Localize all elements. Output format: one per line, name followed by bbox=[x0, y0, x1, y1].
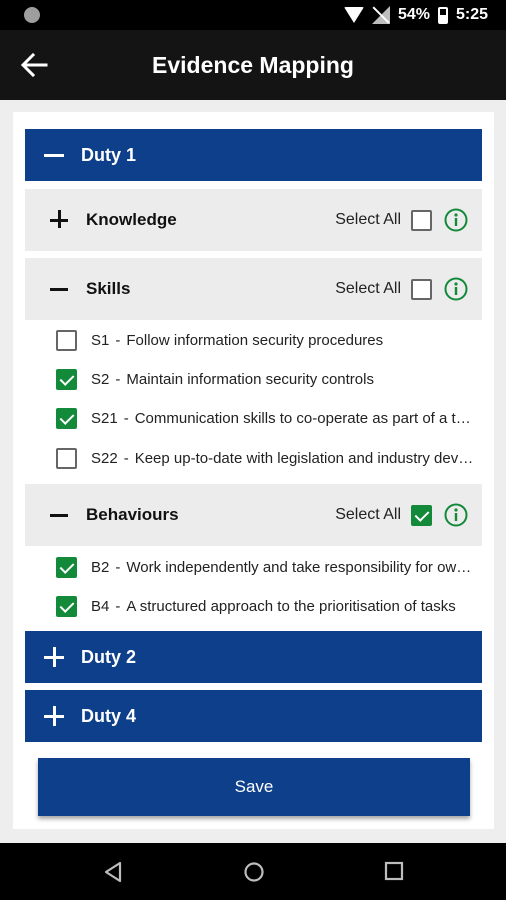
select-all-knowledge: Select All bbox=[335, 189, 468, 251]
select-all-label: Select All bbox=[335, 211, 401, 228]
select-all-checkbox[interactable] bbox=[411, 278, 432, 300]
duty-label: Duty 4 bbox=[81, 705, 137, 726]
item-separator: - bbox=[115, 559, 121, 576]
duty-header-1[interactable]: Duty 1 bbox=[25, 129, 482, 181]
item-text: Work independently and take responsibili… bbox=[126, 559, 482, 576]
app-bar: Evidence Mapping bbox=[0, 30, 506, 100]
item-code: S21 bbox=[91, 410, 118, 427]
duty-label: Duty 1 bbox=[81, 144, 137, 165]
expand-icon bbox=[50, 210, 70, 230]
collapse-icon bbox=[50, 279, 70, 299]
info-icon[interactable] bbox=[444, 277, 468, 301]
item-checkbox[interactable] bbox=[56, 557, 77, 578]
info-icon[interactable] bbox=[444, 208, 468, 232]
item-code: S1 bbox=[91, 332, 110, 349]
item-code: S2 bbox=[91, 371, 110, 388]
select-all-label: Select All bbox=[335, 280, 401, 297]
item-text: Keep up-to-date with legislation and ind… bbox=[134, 450, 482, 467]
item-checkbox[interactable] bbox=[56, 330, 77, 351]
arrow-left-icon bbox=[20, 52, 48, 78]
item-text: Maintain information security controls bbox=[126, 371, 374, 388]
clock: 5:25 bbox=[455, 6, 488, 23]
list-item[interactable]: S2 - Maintain information security contr… bbox=[25, 360, 482, 399]
group-header-skills[interactable]: Skills Select All bbox=[25, 258, 482, 320]
item-text: A structured approach to the prioritisat… bbox=[126, 598, 456, 615]
item-checkbox[interactable] bbox=[56, 369, 77, 390]
collapse-icon bbox=[50, 505, 70, 525]
navigation-bar bbox=[0, 843, 506, 900]
item-code: S22 bbox=[91, 450, 118, 467]
status-bar: 54% 5:25 bbox=[0, 0, 506, 30]
item-separator: - bbox=[123, 450, 129, 467]
list-item[interactable]: S1 - Follow information security procedu… bbox=[25, 321, 482, 360]
back-button[interactable] bbox=[18, 50, 50, 80]
expand-icon bbox=[43, 646, 65, 668]
item-text: Follow information security procedures bbox=[126, 332, 384, 349]
notification-dot-icon bbox=[24, 7, 40, 23]
nav-home-icon[interactable] bbox=[243, 861, 265, 883]
select-all-checkbox[interactable] bbox=[411, 504, 432, 526]
item-text: Communication skills to co-operate as pa… bbox=[134, 410, 482, 427]
item-checkbox[interactable] bbox=[56, 448, 77, 469]
list-item[interactable]: S21 - Communication skills to co-operate… bbox=[25, 399, 482, 438]
group-header-knowledge[interactable]: Knowledge Select All bbox=[25, 189, 482, 251]
save-button[interactable]: Save bbox=[38, 758, 470, 816]
duty-label: Duty 2 bbox=[81, 646, 137, 667]
item-separator: - bbox=[115, 598, 121, 615]
select-all-label: Select All bbox=[335, 506, 401, 523]
wifi-icon bbox=[343, 7, 364, 23]
group-label: Skills bbox=[86, 279, 131, 298]
select-all-skills: Select All bbox=[335, 258, 468, 320]
no-signal-icon bbox=[371, 6, 390, 24]
item-separator: - bbox=[115, 371, 121, 388]
battery-percent: 54% bbox=[397, 6, 430, 23]
page-title: Evidence Mapping bbox=[152, 51, 354, 78]
item-checkbox[interactable] bbox=[56, 596, 77, 617]
item-separator: - bbox=[123, 410, 129, 427]
collapse-icon bbox=[43, 144, 65, 166]
select-all-checkbox[interactable] bbox=[411, 209, 432, 231]
group-header-behaviours[interactable]: Behaviours Select All bbox=[25, 484, 482, 546]
list-item[interactable]: B4 - A structured approach to the priori… bbox=[25, 587, 482, 626]
list-item[interactable]: S22 - Keep up-to-date with legislation a… bbox=[25, 439, 482, 478]
nav-back-icon[interactable] bbox=[103, 861, 123, 883]
select-all-behaviours: Select All bbox=[335, 484, 468, 546]
item-separator: - bbox=[115, 332, 121, 349]
item-checkbox[interactable] bbox=[56, 408, 77, 429]
info-icon[interactable] bbox=[444, 503, 468, 527]
nav-recent-icon[interactable] bbox=[384, 861, 404, 881]
battery-icon bbox=[437, 6, 448, 24]
item-code: B2 bbox=[91, 559, 110, 576]
expand-icon bbox=[43, 705, 65, 727]
group-label: Knowledge bbox=[86, 210, 177, 229]
status-indicators: 54% 5:25 bbox=[343, 0, 488, 30]
duty-header-2[interactable]: Duty 2 bbox=[25, 631, 482, 683]
list-item[interactable]: B2 - Work independently and take respons… bbox=[25, 548, 482, 587]
group-label: Behaviours bbox=[86, 505, 179, 524]
evidence-card: Duty 1 Knowledge Select All Skills Selec… bbox=[13, 112, 494, 829]
duty-header-4[interactable]: Duty 4 bbox=[25, 690, 482, 742]
item-code: B4 bbox=[91, 598, 110, 615]
